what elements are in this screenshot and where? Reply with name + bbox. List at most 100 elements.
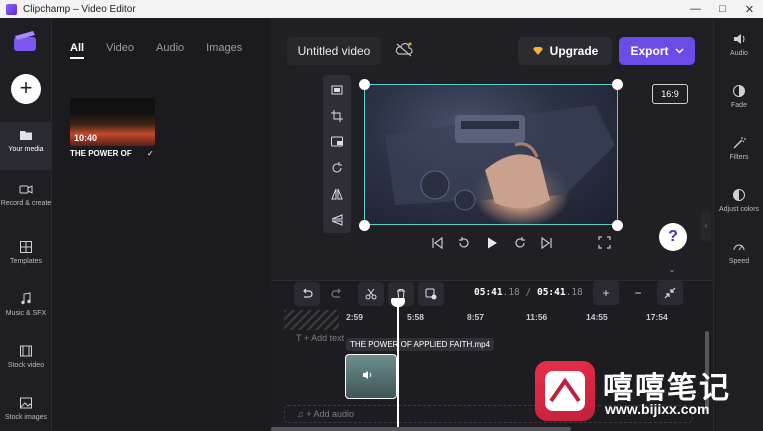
collapse-timeline-chevron-icon[interactable]: ⌄: [666, 265, 678, 275]
video-clip[interactable]: [345, 354, 397, 399]
nav-stock-video[interactable]: Stock video: [0, 338, 52, 386]
wand-icon: [732, 136, 746, 150]
preview-toolbar: [323, 75, 351, 233]
resize-handle-top-right[interactable]: [612, 79, 623, 90]
total-time-fraction: .18: [565, 287, 583, 298]
upgrade-button[interactable]: Upgrade: [518, 37, 612, 65]
title-bar: Clipchamp – Video Editor — □ ✕: [0, 0, 763, 18]
undo-button[interactable]: [294, 282, 320, 306]
film-icon: [19, 344, 33, 358]
flip-horizontal-icon[interactable]: [330, 187, 344, 201]
property-label: Adjust colors: [718, 206, 760, 213]
add-to-library-button[interactable]: [418, 282, 444, 306]
resize-handle-top-left[interactable]: [359, 79, 370, 90]
split-button[interactable]: [358, 282, 384, 306]
skip-to-start-icon[interactable]: [431, 237, 443, 249]
tab-images[interactable]: Images: [206, 42, 242, 59]
clip-audio-icon: [362, 369, 374, 384]
undo-icon: [303, 288, 313, 298]
redo-button[interactable]: [324, 282, 350, 306]
zoom-out-button[interactable]: −: [625, 281, 651, 305]
property-filters[interactable]: Filters: [714, 136, 763, 161]
camera-icon: [19, 182, 33, 196]
fullscreen-icon[interactable]: [598, 236, 611, 249]
playback-controls: [431, 236, 553, 250]
left-navigation: + Your media Record & create Templates M…: [0, 18, 52, 431]
cloud-sync-off-icon[interactable]: [395, 42, 413, 58]
property-speed[interactable]: Speed: [714, 240, 763, 265]
video-preview[interactable]: [364, 84, 618, 225]
tab-audio[interactable]: Audio: [156, 42, 184, 59]
minimize-button[interactable]: —: [682, 0, 709, 18]
property-label: Speed: [728, 258, 750, 265]
flip-vertical-icon[interactable]: [330, 213, 344, 227]
help-button[interactable]: ?: [659, 223, 687, 251]
forward-5s-icon[interactable]: [513, 236, 527, 250]
ruler-tick: 2:59: [346, 312, 364, 322]
current-time: 05:41: [474, 287, 503, 298]
clipchamp-logo: [14, 31, 36, 51]
property-label: Audio: [730, 50, 748, 57]
collapse-properties-panel-handle[interactable]: ‹: [701, 211, 711, 241]
rotate-icon[interactable]: [330, 161, 344, 175]
play-icon[interactable]: [485, 236, 499, 250]
timeline-horizontal-scrollbar[interactable]: [271, 427, 571, 431]
fit-timeline-button[interactable]: [657, 281, 683, 305]
contrast-icon: [732, 188, 746, 202]
media-thumbnail[interactable]: 10:40: [70, 98, 155, 146]
preview-frame-illustration: [385, 105, 615, 211]
speaker-icon: [732, 32, 746, 46]
media-panel: All Video Audio Images 10:40 THE POWER O…: [52, 18, 270, 431]
nav-templates[interactable]: Templates: [0, 234, 52, 282]
nav-label: Stock images: [4, 414, 48, 421]
media-add-icon: [425, 288, 437, 300]
add-media-button[interactable]: +: [11, 74, 41, 104]
nav-music-sfx[interactable]: Music & SFX: [0, 286, 52, 334]
fade-icon: [732, 84, 746, 98]
video-title-field[interactable]: Untitled video: [287, 37, 381, 65]
nav-label: Stock video: [7, 362, 45, 369]
property-label: Filters: [729, 154, 749, 161]
ruler-tick: 11:56: [526, 312, 548, 322]
timecode-display: 05:41.18 / 05:41.18: [474, 287, 583, 298]
close-button[interactable]: ✕: [736, 0, 763, 18]
clipchamp-app-icon: [6, 3, 17, 15]
maximize-button[interactable]: □: [709, 0, 736, 18]
nav-record-create[interactable]: Record & create: [0, 176, 52, 224]
total-time: 05:41: [536, 287, 566, 298]
nav-stock-images[interactable]: Stock images: [0, 390, 52, 431]
skip-to-end-icon[interactable]: [541, 237, 553, 249]
tab-video[interactable]: Video: [106, 42, 134, 59]
clip-name-tooltip: THE POWER OF APPLIED FAITH.mp4: [346, 338, 495, 351]
property-label: Fade: [731, 102, 747, 109]
property-adjust-colors[interactable]: Adjust colors: [714, 188, 763, 213]
property-fade[interactable]: Fade: [714, 84, 763, 109]
folder-icon: [19, 128, 33, 142]
playhead-line[interactable]: [397, 299, 399, 431]
crop-icon[interactable]: [330, 109, 344, 123]
resize-handle-bottom-right[interactable]: [612, 220, 623, 231]
nav-your-media[interactable]: Your media: [0, 122, 52, 170]
site-watermark: 嘻嘻笔记 www.bijixx.com: [535, 361, 750, 421]
fit-icon[interactable]: [330, 83, 344, 97]
gauge-icon: [732, 240, 746, 254]
aspect-ratio-button[interactable]: 16:9: [652, 84, 688, 104]
export-button[interactable]: Export: [619, 37, 695, 65]
ruler-tick: 14:55: [586, 312, 608, 322]
tab-all[interactable]: All: [70, 42, 85, 59]
pip-icon[interactable]: [330, 135, 344, 149]
thumbnail-caption: THE POWER OF: [70, 149, 132, 158]
nav-label: Templates: [10, 258, 42, 265]
ruler-tick: 17:54: [646, 312, 668, 322]
zoom-in-button[interactable]: +: [593, 281, 619, 305]
watermark-logo-inner: [545, 371, 585, 411]
upgrade-label: Upgrade: [549, 44, 599, 58]
timecode-separator: /: [525, 287, 532, 298]
ruler-tick: 8:57: [467, 312, 485, 322]
ruler-hatch: [284, 310, 339, 330]
property-audio[interactable]: Audio: [714, 32, 763, 57]
export-label: Export: [630, 44, 669, 58]
watermark-url: www.bijixx.com: [605, 401, 710, 417]
rewind-5s-icon[interactable]: [457, 236, 471, 250]
resize-handle-bottom-left[interactable]: [359, 220, 370, 231]
